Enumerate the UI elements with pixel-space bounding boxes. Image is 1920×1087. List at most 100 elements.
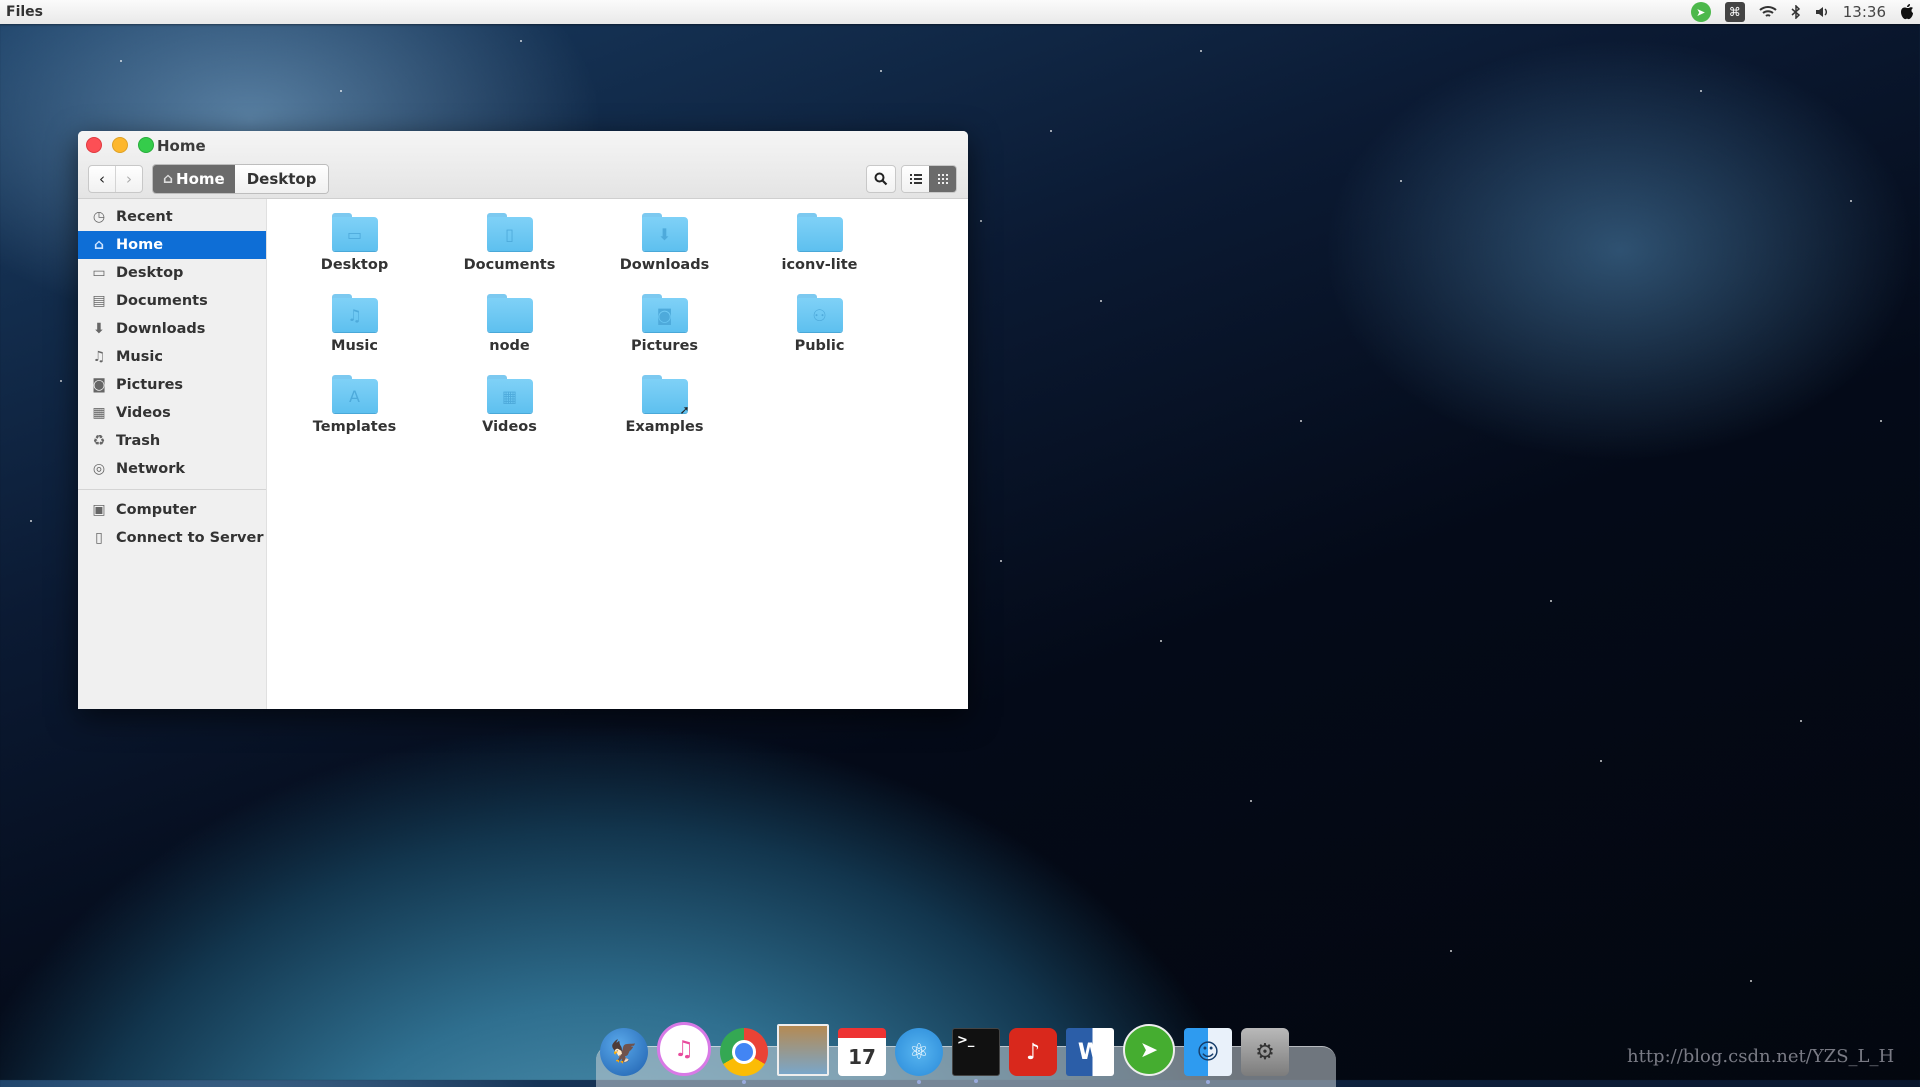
star [1050,130,1052,132]
breadcrumb-home[interactable]: ⌂ Home [153,165,235,193]
dock-system-settings-icon[interactable]: ⚙ [1241,1028,1289,1076]
command-icon[interactable]: ⌘ [1724,2,1745,22]
bluetooth-icon[interactable] [1791,5,1801,19]
folder-emblem: ⚇ [796,298,843,332]
file-item[interactable]: ▭ Desktop [277,209,432,290]
sidebar-devices: ▣ Computer ▯ Connect to Server [78,496,266,552]
folder-icon: ▯ [486,213,533,251]
file-item[interactable]: ♫ Music [277,290,432,371]
dock-glyph: ♪ [1025,1039,1041,1065]
sidebar-item-label: Desktop [116,265,184,281]
forward-button[interactable]: › [115,166,142,192]
sidebar-item-music[interactable]: ♫ Music [78,343,266,371]
dock-finder-icon[interactable]: ☺ [1184,1028,1232,1084]
file-item[interactable]: ▦ Videos [432,371,587,452]
paper-plane-icon[interactable]: ➤ [1690,2,1711,22]
star [1200,50,1202,52]
dock-eagle-browser-icon[interactable]: 🦅 [600,1028,648,1076]
server-icon: ▯ [95,530,103,546]
folder-emblem: ⬇ [641,217,688,251]
home-icon: ⌂ [163,171,174,187]
sidebar-item-connect-to-server[interactable]: ▯ Connect to Server [78,524,266,552]
file-item[interactable]: ➚ Examples [587,371,742,452]
star [1300,420,1302,422]
star [30,520,32,522]
sidebar-item-trash[interactable]: ♻ Trash [78,427,266,455]
volume-icon[interactable] [1815,6,1829,18]
dock-glyph: ⚙ [1255,1039,1275,1065]
wifi-icon[interactable] [1759,5,1777,19]
file-name: Templates [312,419,397,435]
file-item[interactable]: iconv-lite [742,209,897,290]
star [1250,800,1252,802]
file-item[interactable]: node [432,290,587,371]
dock-atom-icon[interactable]: ⚛ [895,1028,943,1084]
sidebar-item-network[interactable]: ◎ Network [78,455,266,483]
minimize-button[interactable] [112,137,128,153]
back-button[interactable]: ‹ [89,166,115,192]
sidebar-item-home[interactable]: ⌂ Home [78,231,266,259]
grid-icon [937,174,948,184]
file-item[interactable]: ⚇ Public [742,290,897,371]
drive-icon: ▣ [92,502,106,518]
dock-glyph: >_ [957,1033,975,1048]
folder-icon: ⬇ [641,213,688,251]
dock-glyph: ☺ [1196,1039,1220,1065]
trash-icon: ♻ [92,433,106,449]
file-item[interactable]: A Templates [277,371,432,452]
file-name: Documents [463,257,556,273]
dock-glyph: 🦅 [610,1039,638,1065]
apple-icon[interactable] [1900,4,1914,20]
sidebar-item-computer[interactable]: ▣ Computer [78,496,266,524]
dock-image-viewer-icon[interactable] [777,1024,829,1076]
clock[interactable]: 13:36 [1843,3,1886,21]
star [1700,90,1702,92]
star [1450,950,1452,952]
dock-chrome-icon[interactable] [720,1028,768,1084]
sidebar-item-desktop[interactable]: ▭ Desktop [78,259,266,287]
grid-view-button[interactable] [929,166,956,192]
dock-glyph: ⚛ [909,1039,929,1065]
sidebar-item-label: Recent [116,209,173,225]
dock-music-icon[interactable]: ♫ [657,1022,711,1076]
file-name: Pictures [630,338,699,354]
app-menu-name[interactable]: Files [6,4,43,20]
folder-emblem: ▭ [331,217,378,251]
star [1160,640,1162,642]
sidebar-item-label: Music [116,349,163,365]
dock-terminal-icon[interactable]: >_ [952,1028,1000,1083]
breadcrumb-desktop[interactable]: Desktop [234,165,329,193]
sidebar-item-pictures[interactable]: ◙ Pictures [78,371,266,399]
folder-emblem [486,298,533,332]
symlink-arrow-icon: ➚ [679,403,690,417]
star [880,70,882,72]
sidebar-item-recent[interactable]: ◷ Recent [78,203,266,231]
file-grid: ▭ Desktop ▯ Documents ⬇ Downloads iconv-lite ♫ M… [277,209,897,452]
close-button[interactable] [86,137,102,153]
sidebar-item-documents[interactable]: ▤ Documents [78,287,266,315]
file-item[interactable]: ⬇ Downloads [587,209,742,290]
dock-calendar-icon[interactable]: 17 [838,1028,886,1076]
music-icon: ♫ [92,349,106,365]
list-view-button[interactable] [902,166,929,192]
window-titlebar[interactable]: Home ‹ › ⌂ Home Desktop [78,131,968,199]
sidebar-item-videos[interactable]: ▦ Videos [78,399,266,427]
file-item[interactable]: ▯ Documents [432,209,587,290]
window-title: Home [157,137,206,155]
file-item[interactable]: ◙ Pictures [587,290,742,371]
maximize-button[interactable] [138,137,154,153]
dock-shadowsocks-icon[interactable]: ➤ [1123,1024,1175,1076]
search-button[interactable] [866,165,896,193]
sidebar-item-downloads[interactable]: ⬇ Downloads [78,315,266,343]
dock-glyph: W [1077,1039,1103,1065]
file-view[interactable]: ▭ Desktop ▯ Documents ⬇ Downloads iconv-lite ♫ M… [267,199,968,709]
star [1550,600,1552,602]
sidebar-item-label: Network [116,461,186,477]
file-name: Desktop [320,257,389,273]
star [980,220,982,222]
star [520,40,522,42]
dock-word-icon[interactable]: W [1066,1028,1114,1076]
dock-netease-music-icon[interactable]: ♪ [1009,1028,1057,1076]
sidebar-item-label: Pictures [116,377,184,393]
folder-icon: A [331,375,378,413]
